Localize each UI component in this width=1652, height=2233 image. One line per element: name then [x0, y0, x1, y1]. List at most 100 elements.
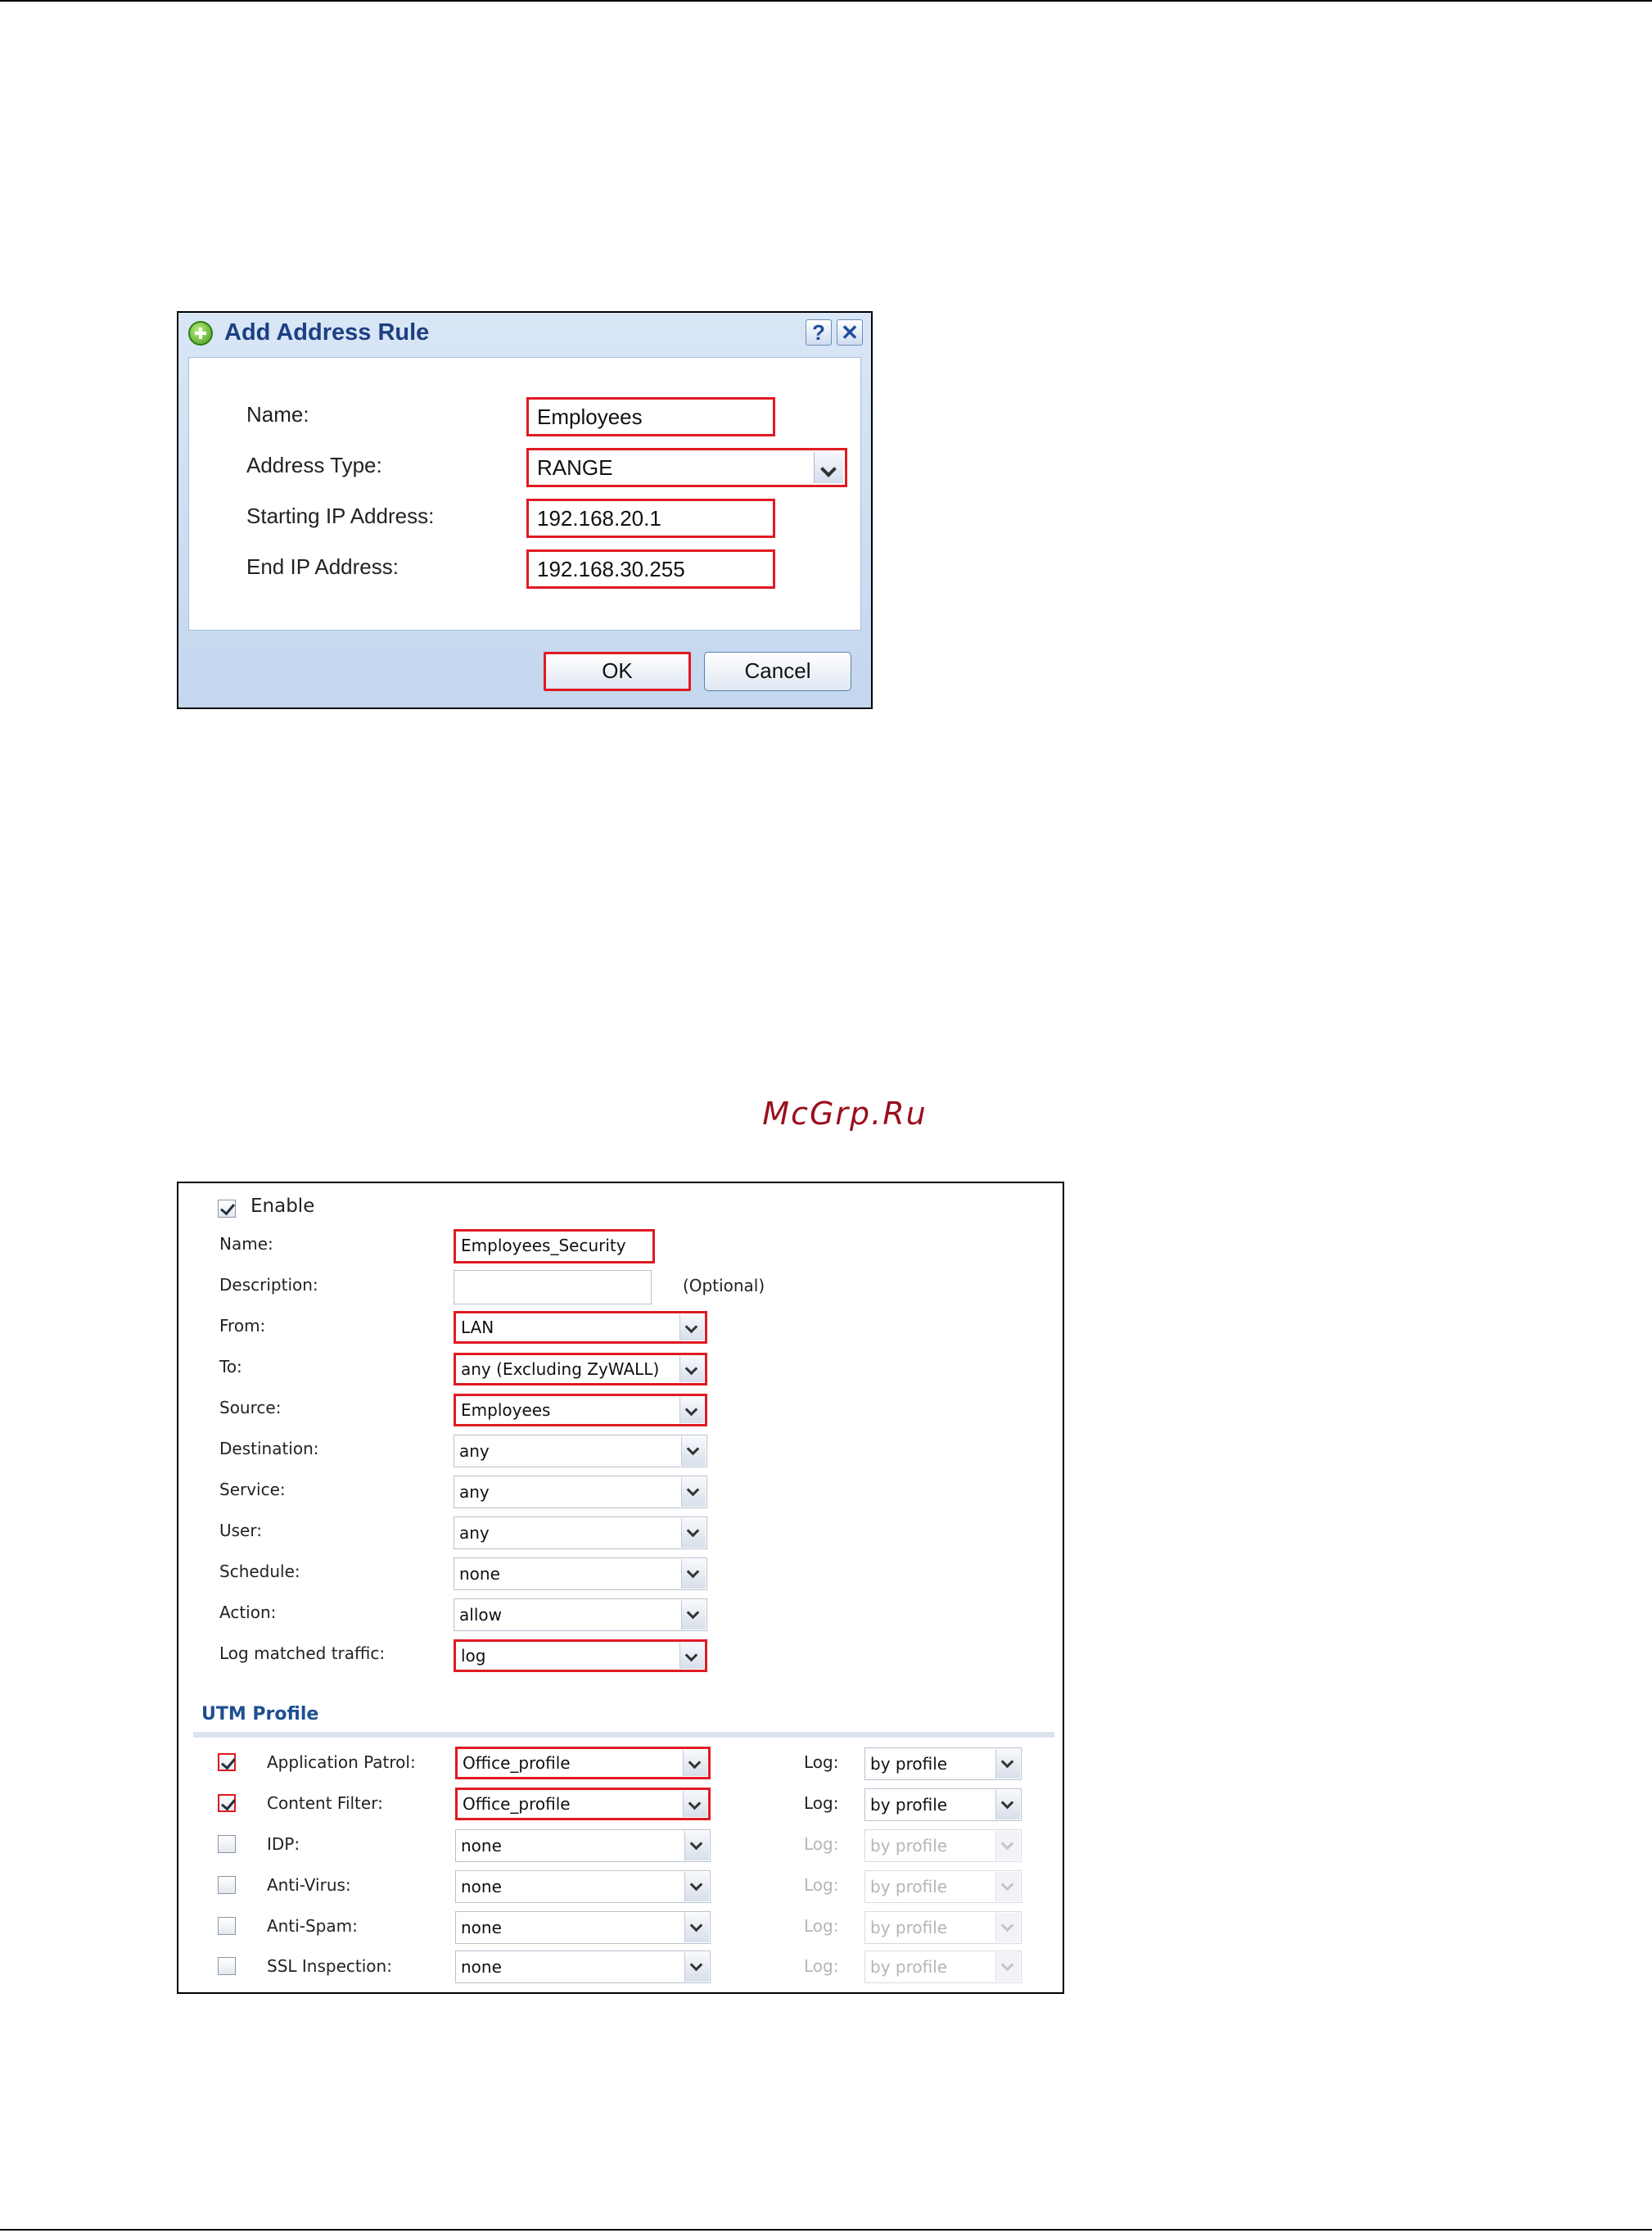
chevron-down-icon[interactable]: [681, 1559, 706, 1589]
ssl-inspection-profile-select[interactable]: none: [455, 1950, 711, 1983]
application-patrol-profile: Office_profile: [463, 1753, 571, 1773]
dialog-body: Name: Employees Address Type: RANGE Star…: [188, 357, 861, 631]
name-label: Name:: [219, 1234, 273, 1254]
enable-checkbox[interactable]: [218, 1200, 236, 1218]
utm-profile-heading: UTM Profile: [201, 1704, 319, 1724]
chevron-down-icon[interactable]: [681, 1477, 706, 1507]
chevron-down-icon[interactable]: [684, 1952, 709, 1982]
chevron-down-icon[interactable]: [681, 1518, 706, 1548]
starting-ip-input[interactable]: 192.168.20.1: [526, 499, 775, 538]
description-input[interactable]: [454, 1270, 652, 1304]
chevron-down-icon[interactable]: [684, 1831, 709, 1860]
chevron-down-icon[interactable]: [684, 1913, 709, 1942]
destination-value: any: [459, 1441, 490, 1461]
chevron-down-icon: [995, 1952, 1020, 1982]
log-matched-traffic-select[interactable]: log: [454, 1639, 707, 1672]
ssl-inspection-log: by profile: [870, 1957, 948, 1977]
idp-profile-select[interactable]: none: [455, 1829, 711, 1862]
application-patrol-checkbox[interactable]: [218, 1753, 236, 1771]
schedule-label: Schedule:: [219, 1562, 300, 1581]
policy-name-input[interactable]: Employees_Security: [454, 1229, 655, 1263]
starting-ip-label: Starting IP Address:: [246, 504, 435, 528]
schedule-value: none: [459, 1564, 500, 1584]
add-address-rule-dialog: Add Address Rule ? ✕ Name: Employees Add…: [177, 311, 873, 709]
idp-log: by profile: [870, 1836, 948, 1856]
anti-spam-log: by profile: [870, 1918, 948, 1937]
help-icon[interactable]: ?: [806, 319, 832, 346]
schedule-select[interactable]: none: [454, 1557, 707, 1590]
user-select[interactable]: any: [454, 1517, 707, 1549]
description-label: Description:: [219, 1275, 318, 1295]
application-patrol-log-label: Log:: [804, 1752, 839, 1772]
chevron-down-icon[interactable]: [683, 1750, 707, 1776]
ssl-inspection-profile: none: [461, 1957, 502, 1977]
end-ip-label: End IP Address:: [246, 554, 399, 579]
bottom-page-rule: [0, 2229, 1652, 2231]
check-icon: [221, 1754, 236, 1770]
anti-virus-log: by profile: [870, 1877, 948, 1896]
chevron-down-icon: [995, 1872, 1020, 1901]
service-label: Service:: [219, 1480, 286, 1499]
address-type-value: RANGE: [537, 455, 613, 480]
source-label: Source:: [219, 1398, 282, 1417]
idp-log-select: by profile: [864, 1829, 1022, 1862]
idp-label: IDP:: [267, 1834, 300, 1854]
application-patrol-log-select[interactable]: by profile: [864, 1747, 1022, 1780]
chevron-down-icon[interactable]: [814, 452, 843, 483]
application-patrol-label: Application Patrol:: [267, 1752, 416, 1772]
address-type-select[interactable]: RANGE: [526, 448, 847, 487]
anti-virus-log-select: by profile: [864, 1870, 1022, 1903]
chevron-down-icon: [995, 1913, 1020, 1942]
chevron-down-icon[interactable]: [684, 1872, 709, 1901]
chevron-down-icon[interactable]: [679, 1356, 704, 1382]
content-filter-profile-select[interactable]: Office_profile: [455, 1788, 711, 1820]
chevron-down-icon[interactable]: [995, 1749, 1020, 1779]
content-filter-label: Content Filter:: [267, 1793, 383, 1813]
idp-log-label: Log:: [804, 1834, 839, 1854]
source-select[interactable]: Employees: [454, 1394, 707, 1426]
cancel-button[interactable]: Cancel: [704, 652, 851, 691]
chevron-down-icon[interactable]: [683, 1791, 707, 1817]
security-policy-form: Enable Name: Employees_Security Descript…: [177, 1182, 1064, 1994]
anti-virus-profile-select[interactable]: none: [455, 1870, 711, 1903]
content-filter-profile: Office_profile: [463, 1794, 571, 1814]
to-select[interactable]: any (Excluding ZyWALL): [454, 1353, 707, 1385]
chevron-down-icon[interactable]: [679, 1643, 704, 1669]
end-ip-input[interactable]: 192.168.30.255: [526, 549, 775, 589]
anti-spam-profile: none: [461, 1918, 502, 1937]
ok-button[interactable]: OK: [544, 652, 691, 691]
anti-spam-label: Anti-Spam:: [267, 1916, 358, 1936]
destination-label: Destination:: [219, 1439, 319, 1458]
log-matched-traffic-value: log: [461, 1646, 486, 1666]
anti-spam-profile-select[interactable]: none: [455, 1911, 711, 1944]
action-value: allow: [459, 1605, 502, 1625]
anti-virus-checkbox[interactable]: [218, 1876, 236, 1894]
idp-checkbox[interactable]: [218, 1835, 236, 1853]
content-filter-log-select[interactable]: by profile: [864, 1788, 1022, 1821]
name-input[interactable]: Employees: [526, 397, 775, 436]
action-select[interactable]: allow: [454, 1598, 707, 1631]
destination-select[interactable]: any: [454, 1435, 707, 1467]
from-select[interactable]: LAN: [454, 1311, 707, 1344]
chevron-down-icon[interactable]: [995, 1790, 1020, 1819]
chevron-down-icon[interactable]: [681, 1436, 706, 1466]
ssl-inspection-checkbox[interactable]: [218, 1957, 236, 1975]
utm-divider: [193, 1732, 1054, 1738]
close-icon[interactable]: ✕: [837, 319, 863, 346]
ssl-inspection-log-label: Log:: [804, 1956, 839, 1976]
ssl-inspection-log-select: by profile: [864, 1950, 1022, 1983]
chevron-down-icon[interactable]: [679, 1314, 704, 1340]
action-label: Action:: [219, 1602, 277, 1622]
anti-spam-checkbox[interactable]: [218, 1917, 236, 1935]
source-value: Employees: [461, 1400, 551, 1420]
anti-virus-profile: none: [461, 1877, 502, 1896]
log-matched-traffic-label: Log matched traffic:: [219, 1643, 386, 1663]
service-select[interactable]: any: [454, 1476, 707, 1508]
chevron-down-icon[interactable]: [681, 1600, 706, 1630]
chevron-down-icon[interactable]: [679, 1397, 704, 1423]
user-value: any: [459, 1523, 490, 1543]
add-icon: [188, 321, 213, 346]
application-patrol-profile-select[interactable]: Office_profile: [455, 1747, 711, 1779]
to-value: any (Excluding ZyWALL): [461, 1359, 660, 1379]
content-filter-checkbox[interactable]: [218, 1794, 236, 1812]
